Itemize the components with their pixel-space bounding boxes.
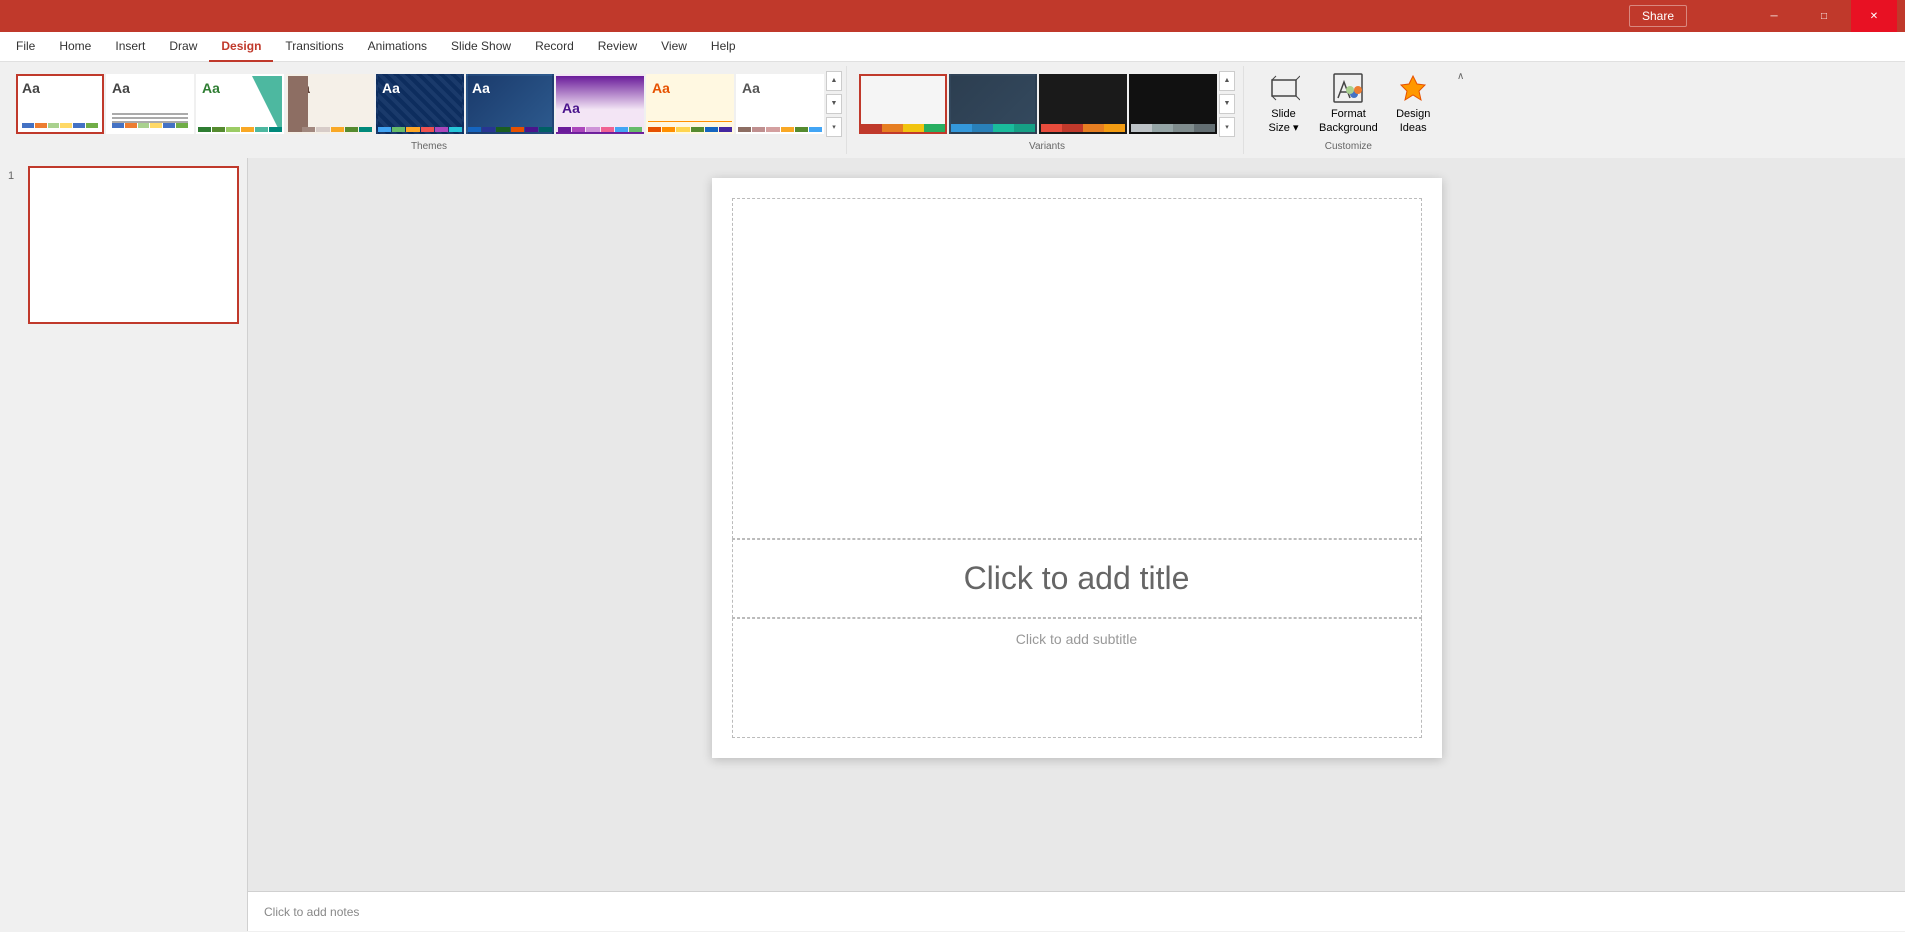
variant-1[interactable] bbox=[859, 74, 947, 134]
ribbon-tabs: File Home Insert Draw Design Transitions… bbox=[0, 32, 1905, 62]
variants-scroll-down[interactable]: ▼ bbox=[1219, 94, 1235, 114]
tab-view[interactable]: View bbox=[649, 32, 699, 62]
share-button[interactable]: Share bbox=[1629, 5, 1687, 27]
variants-label: Variants bbox=[1029, 141, 1065, 154]
slide-subtitle-area[interactable]: Click to add subtitle bbox=[732, 618, 1422, 738]
themes-section: Aa Aa bbox=[8, 66, 847, 154]
tab-help[interactable]: Help bbox=[699, 32, 748, 62]
tab-home[interactable]: Home bbox=[47, 32, 103, 62]
theme-facet[interactable]: Aa bbox=[196, 74, 284, 134]
canvas-area: Click to add title Click to add subtitle… bbox=[248, 158, 1905, 931]
slide-image-area[interactable] bbox=[732, 198, 1422, 539]
themes-scroll-up[interactable]: ▲ bbox=[826, 71, 842, 91]
tab-animations[interactable]: Animations bbox=[356, 32, 439, 62]
theme-2[interactable]: Aa bbox=[106, 74, 194, 134]
tab-draw[interactable]: Draw bbox=[157, 32, 209, 62]
format-background-button[interactable]: Format Background bbox=[1311, 68, 1386, 138]
slide-size-icon bbox=[1268, 72, 1300, 104]
ribbon-content: Aa Aa bbox=[0, 62, 1905, 158]
themes-scroll-more[interactable]: ▾ bbox=[826, 117, 842, 137]
main-area: 1 Click to add title Click to add subtit… bbox=[0, 158, 1905, 931]
slide-thumbnail-container: 1 bbox=[8, 166, 239, 324]
tab-review[interactable]: Review bbox=[586, 32, 649, 62]
minimize-button[interactable]: ─ bbox=[1751, 0, 1797, 32]
design-ideas-button[interactable]: Design Ideas bbox=[1386, 68, 1441, 138]
theme-ion[interactable]: Aa bbox=[376, 74, 464, 134]
slide-thumbnail-1[interactable] bbox=[28, 166, 239, 324]
customize-section: Slide Size ▾ Format bbox=[1248, 66, 1449, 154]
variants-row bbox=[859, 74, 1217, 134]
notes-area[interactable]: Click to add notes bbox=[248, 891, 1905, 931]
slide-title-text: Click to add title bbox=[964, 560, 1190, 596]
format-background-label2: Background bbox=[1319, 122, 1378, 135]
tab-record[interactable]: Record bbox=[523, 32, 586, 62]
theme-ion-boardroom[interactable]: Aa bbox=[466, 74, 554, 134]
design-ideas-label1: Design bbox=[1396, 108, 1430, 121]
design-ideas-label2: Ideas bbox=[1400, 122, 1427, 135]
slide-panel: 1 bbox=[0, 158, 248, 931]
collapse-icon[interactable]: ∧ bbox=[1453, 68, 1469, 84]
variant-3[interactable] bbox=[1039, 74, 1127, 134]
theme-slice[interactable]: Aa bbox=[646, 74, 734, 134]
ribbon-collapse[interactable]: ∧ bbox=[1453, 66, 1469, 154]
tab-design[interactable]: Design bbox=[209, 32, 273, 62]
theme-wisp[interactable]: Aa bbox=[736, 74, 824, 134]
close-button[interactable]: ✕ bbox=[1851, 0, 1897, 32]
design-ideas-icon bbox=[1397, 72, 1429, 104]
variants-scroll-more[interactable]: ▾ bbox=[1219, 117, 1235, 137]
slide-number: 1 bbox=[8, 166, 22, 182]
themes-scroll: ▲ ▼ ▾ bbox=[826, 71, 842, 137]
theme-integral[interactable]: Aa bbox=[286, 74, 374, 134]
slide-size-label: Slide bbox=[1271, 108, 1295, 121]
tab-file[interactable]: File bbox=[4, 32, 47, 62]
themes-scroll-down[interactable]: ▼ bbox=[826, 94, 842, 114]
slide-size-button[interactable]: Slide Size ▾ bbox=[1256, 68, 1311, 138]
format-background-icon bbox=[1332, 72, 1364, 104]
variants-scroll: ▲ ▼ ▾ bbox=[1219, 71, 1235, 137]
canvas-scroll: Click to add title Click to add subtitle bbox=[248, 158, 1905, 891]
variant-2[interactable] bbox=[949, 74, 1037, 134]
variants-scroll-up[interactable]: ▲ bbox=[1219, 71, 1235, 91]
theme-retrospect[interactable]: Aa bbox=[556, 74, 644, 134]
title-bar: Share ─ □ ✕ bbox=[0, 0, 1905, 32]
theme-office[interactable]: Aa bbox=[16, 74, 104, 134]
slide-subtitle-text: Click to add subtitle bbox=[1016, 631, 1137, 647]
themes-row: Aa Aa bbox=[16, 74, 824, 134]
maximize-button[interactable]: □ bbox=[1801, 0, 1847, 32]
slide-canvas[interactable]: Click to add title Click to add subtitle bbox=[712, 178, 1442, 758]
tab-transitions[interactable]: Transitions bbox=[273, 32, 355, 62]
slide-size-label2: Size ▾ bbox=[1269, 122, 1299, 135]
notes-placeholder: Click to add notes bbox=[264, 905, 359, 919]
slide-title-area[interactable]: Click to add title bbox=[732, 539, 1422, 618]
customize-label: Customize bbox=[1325, 141, 1372, 154]
tab-slideshow[interactable]: Slide Show bbox=[439, 32, 523, 62]
variants-section: ▲ ▼ ▾ Variants bbox=[851, 66, 1244, 154]
tab-insert[interactable]: Insert bbox=[103, 32, 157, 62]
format-background-label1: Format bbox=[1331, 108, 1366, 121]
themes-label: Themes bbox=[411, 141, 447, 154]
variant-4[interactable] bbox=[1129, 74, 1217, 134]
